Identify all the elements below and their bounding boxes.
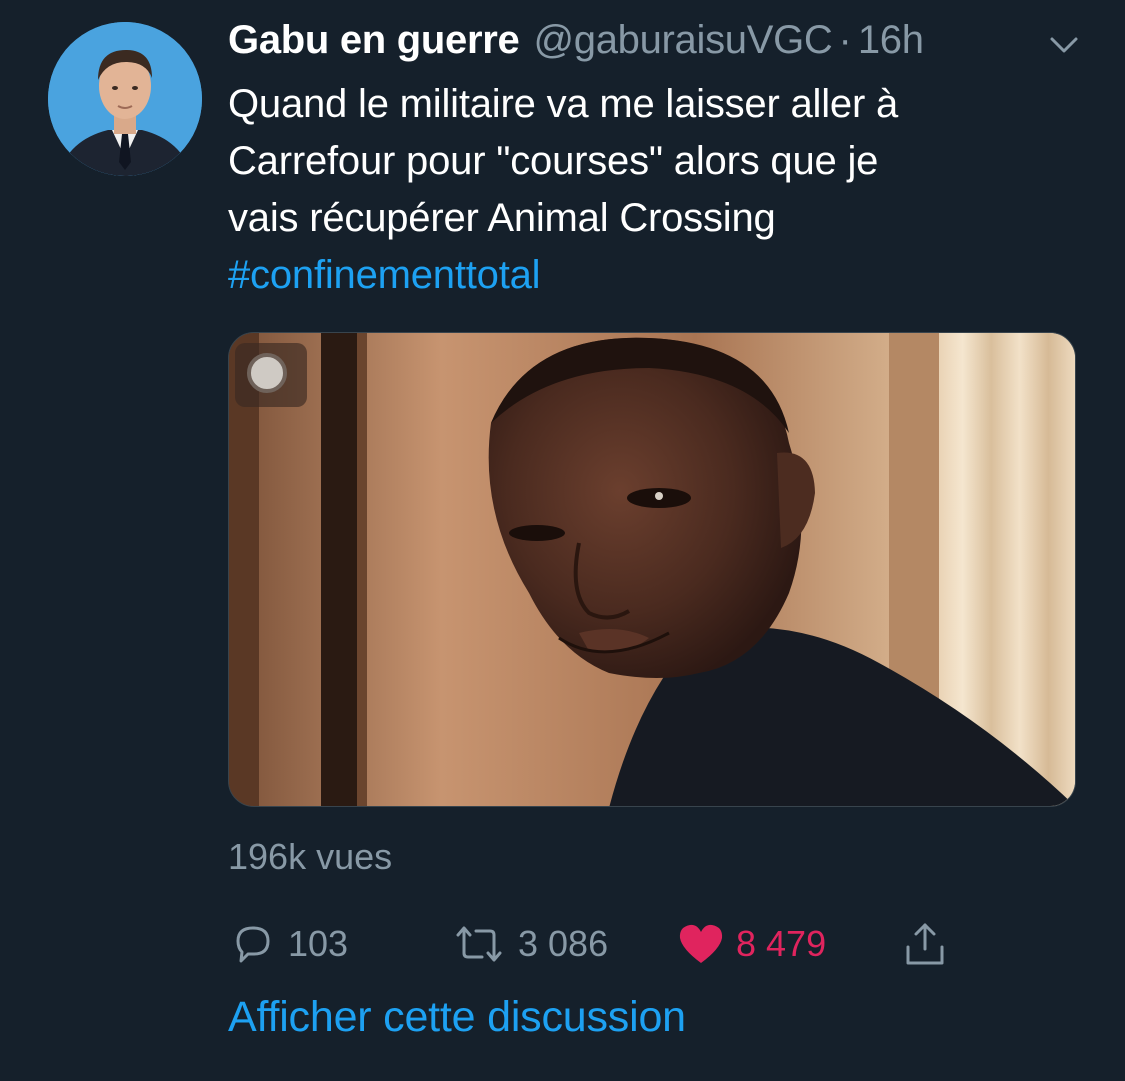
reply-count: 103 (288, 923, 349, 964)
tweet-video[interactable] (228, 332, 1076, 807)
gif-indicator-icon (235, 343, 307, 407)
tweet-text-line: Carrefour pour "courses" alors que je (228, 139, 879, 183)
video-frame (229, 333, 1075, 806)
view-count: 196k vues (228, 836, 393, 877)
show-thread-link[interactable]: Afficher cette discussion (228, 993, 686, 1042)
reply-button[interactable]: 103 (228, 916, 348, 972)
tweet-header: Gabu en guerre @gaburaisuVGC · 16h (228, 18, 924, 68)
tweet-text-line: vais récupérer Animal Crossing (228, 196, 776, 240)
tweet-actions: 103 3 086 8 479 (228, 916, 1088, 976)
tweet-text: Quand le militaire va me laisser aller à… (228, 76, 1088, 304)
chevron-down-icon (1050, 37, 1078, 53)
avatar[interactable] (48, 22, 202, 176)
hashtag-link[interactable]: #confinementtotal (228, 247, 1088, 304)
share-icon (906, 923, 944, 965)
tweet-menu-button[interactable] (1044, 30, 1084, 60)
avatar-image (48, 22, 202, 176)
reply-bubble-icon (236, 926, 270, 963)
like-count: 8 479 (736, 923, 827, 964)
user-handle[interactable]: @gaburaisuVGC (533, 18, 832, 63)
like-button[interactable]: 8 479 (676, 916, 826, 972)
display-name[interactable]: Gabu en guerre (228, 18, 520, 63)
retweet-count: 3 086 (518, 923, 609, 964)
heart-icon (679, 924, 723, 963)
timestamp[interactable]: 16h (858, 18, 924, 63)
separator-dot: · (838, 18, 852, 62)
share-button[interactable] (900, 916, 950, 972)
tweet-text-line: Quand le militaire va me laisser aller à (228, 82, 899, 126)
retweet-button[interactable]: 3 086 (450, 916, 608, 972)
retweet-icon (456, 926, 502, 962)
